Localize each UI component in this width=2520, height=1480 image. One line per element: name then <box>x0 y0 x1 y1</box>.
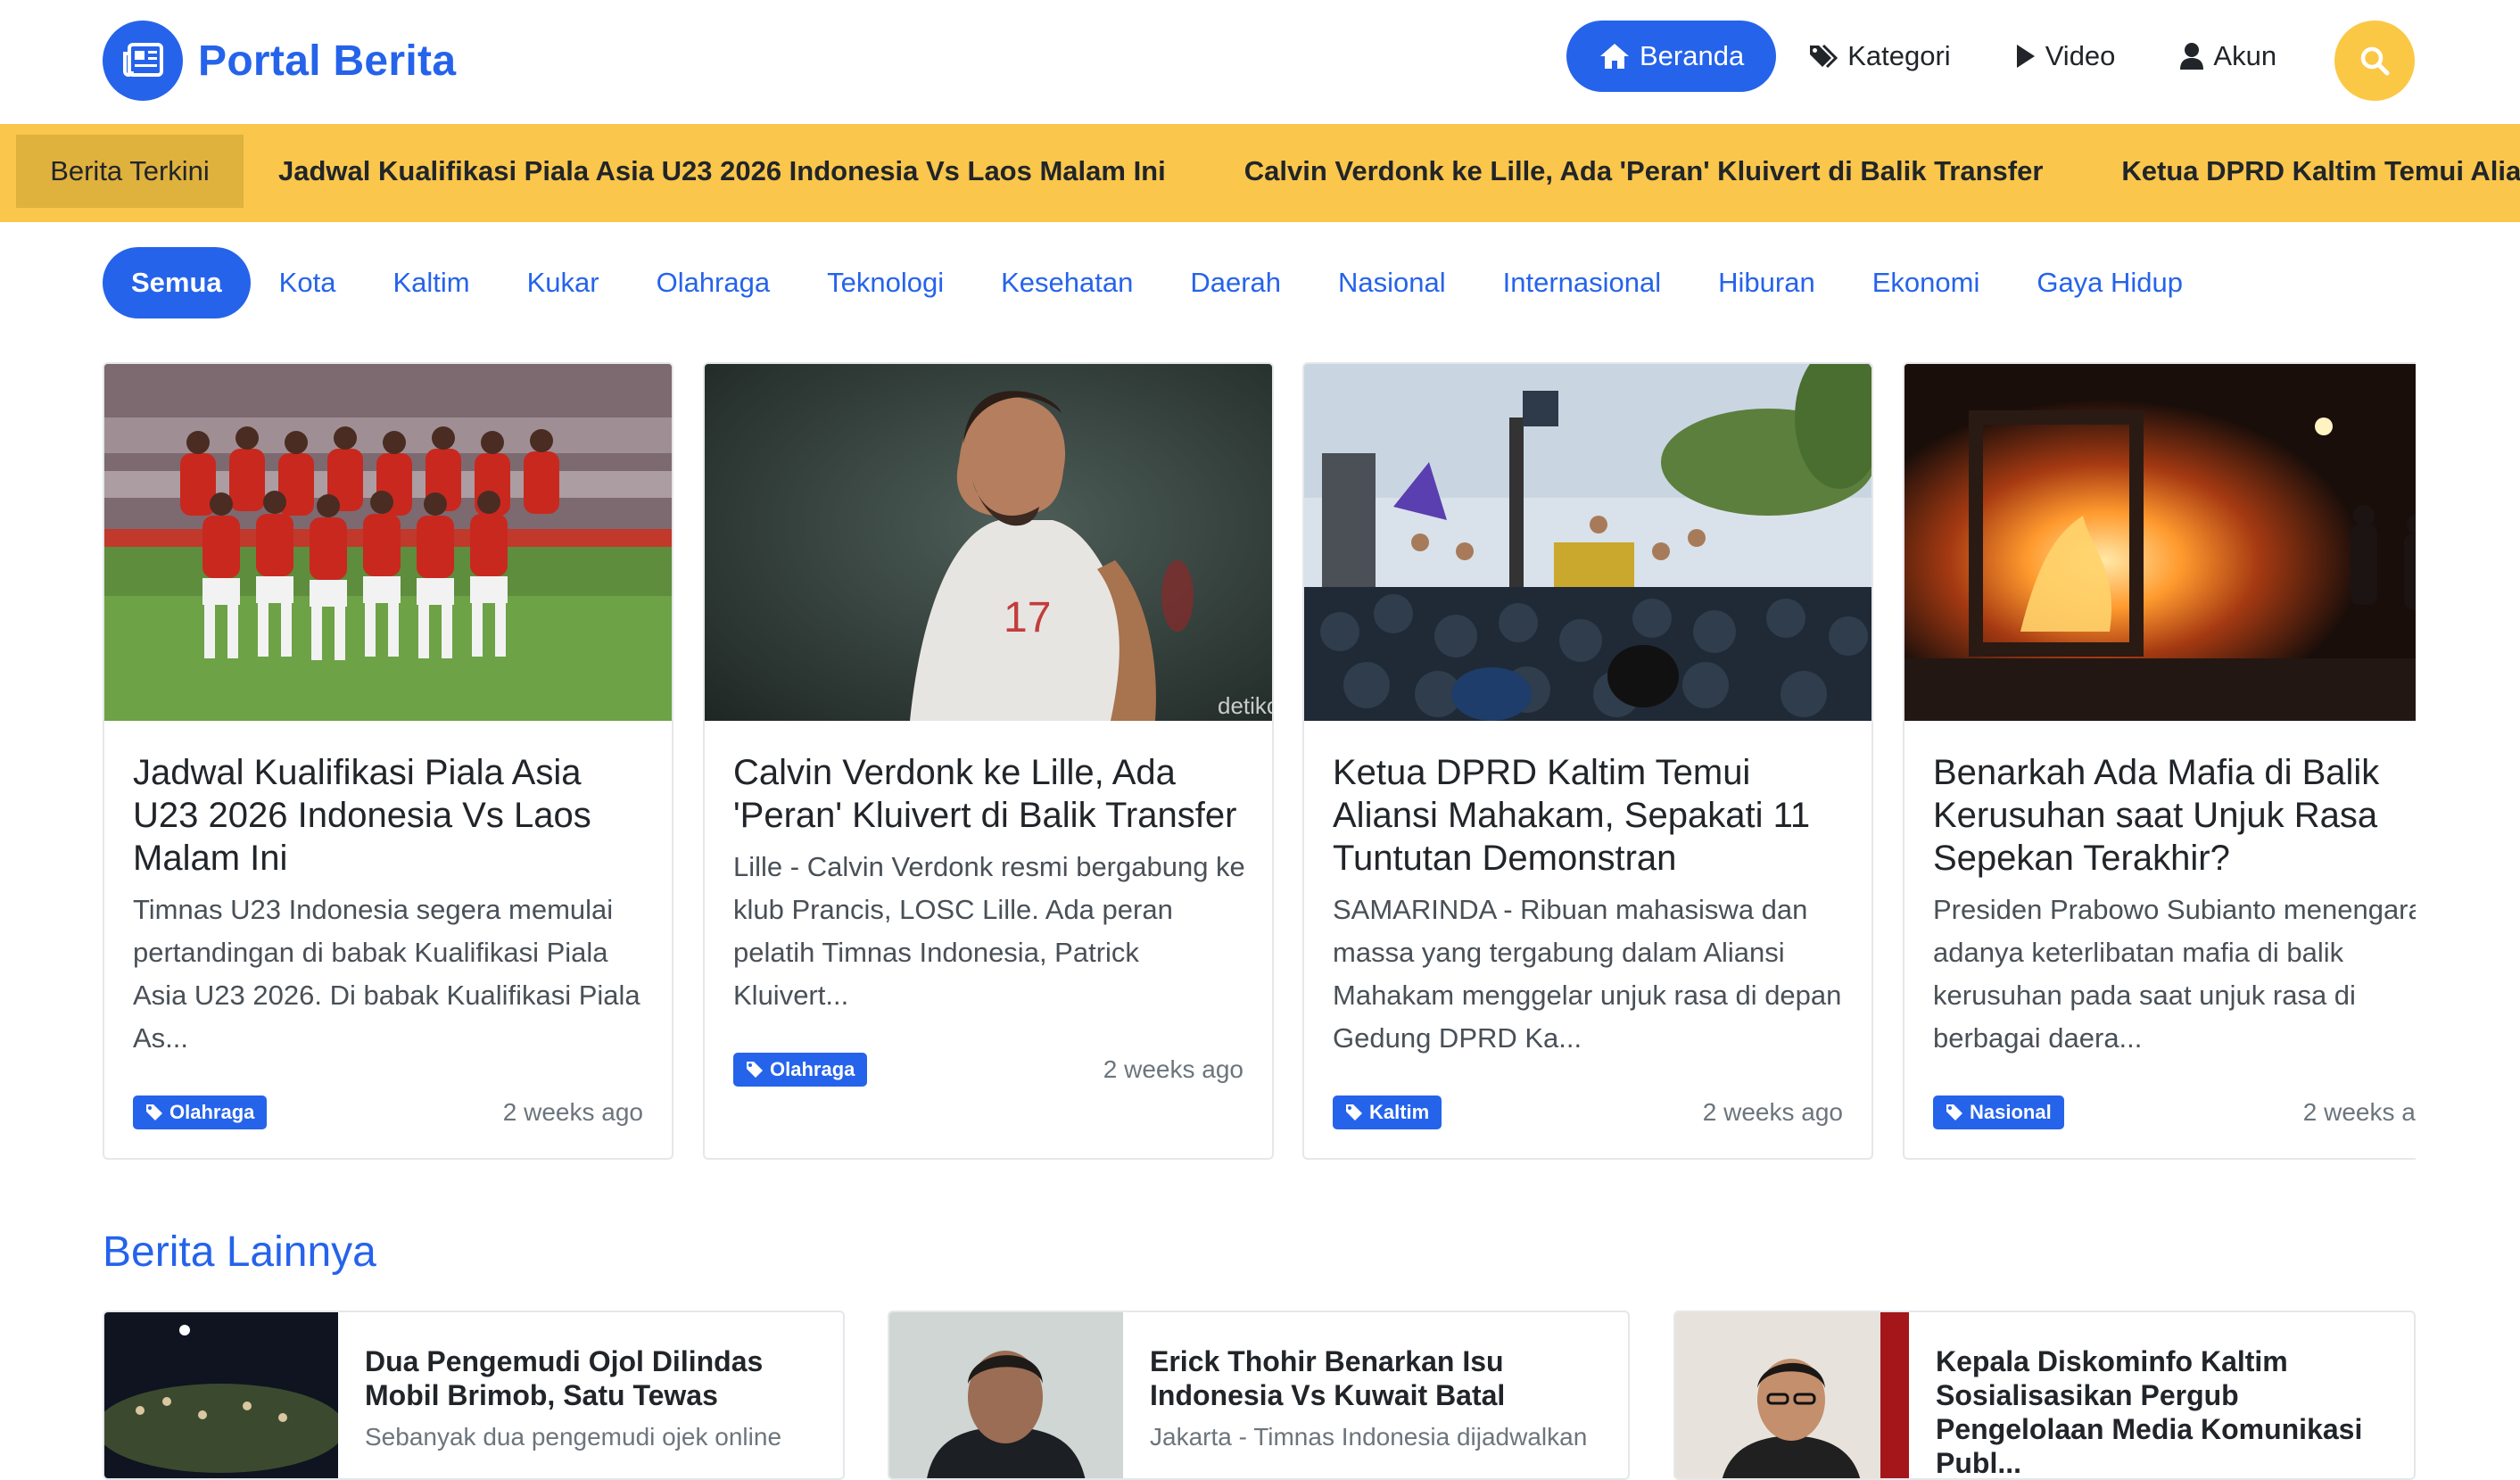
category-pill-kesehatan[interactable]: Kesehatan <box>972 247 1161 318</box>
news-card[interactable]: 17 detikc Calvin Verdonk ke Lille, Ada '… <box>703 362 1274 1160</box>
play-icon <box>2016 45 2035 68</box>
news-card-body: Benarkah Ada Mafia di Balik Kerusuhan sa… <box>1933 751 2416 1060</box>
news-card-time: 2 weeks ago <box>1103 1055 1243 1083</box>
search-button[interactable] <box>2334 21 2415 101</box>
ticker-label: Berita Terkini <box>16 135 244 208</box>
ticker-item[interactable]: Jadwal Kualifikasi Piala Asia U23 2026 I… <box>278 155 1166 187</box>
more-news-excerpt: Sebanyak dua pengemudi ojek online <box>365 1423 782 1451</box>
news-card-title[interactable]: Benarkah Ada Mafia di Balik Kerusuhan sa… <box>1933 751 2416 880</box>
news-card-excerpt: SAMARINDA - Ribuan mahasiswa dan massa y… <box>1333 894 1842 1054</box>
news-card[interactable]: Jadwal Kualifikasi Piala Asia U23 2026 I… <box>103 362 673 1160</box>
breaking-news-ticker: Berita Terkini Jadwal Kualifikasi Piala … <box>0 124 2520 222</box>
news-card-image[interactable] <box>104 364 672 721</box>
search-icon <box>2360 46 2390 76</box>
user-icon <box>2180 43 2204 70</box>
news-card-image[interactable]: 17 detikc <box>705 364 1272 721</box>
tags-icon <box>1810 44 1838 69</box>
more-news-title[interactable]: Erick Thohir Benarkan Isu Indonesia Vs K… <box>1150 1344 1596 1412</box>
category-filter: Semua Kota Kaltim Kukar Olahraga Teknolo… <box>103 247 2211 318</box>
news-card-body: Ketua DPRD Kaltim Temui Aliansi Mahakam,… <box>1333 751 1850 1060</box>
news-card-footer: Olahraga 2 weeks ago <box>133 1094 643 1131</box>
more-news-image[interactable] <box>1675 1312 1909 1478</box>
news-card-footer: Olahraga 2 weeks ago <box>733 1051 1243 1088</box>
nav-video-label: Video <box>2045 40 2116 71</box>
category-pill-semua[interactable]: Semua <box>103 247 251 318</box>
news-card-title[interactable]: Jadwal Kualifikasi Piala Asia U23 2026 I… <box>133 751 650 880</box>
category-pill-kota[interactable]: Kota <box>251 247 365 318</box>
category-pill-teknologi[interactable]: Teknologi <box>798 247 972 318</box>
nav-kategori-label: Kategori <box>1847 40 1951 71</box>
nav-kategori[interactable]: Kategori <box>1776 21 1982 92</box>
category-badge-label: Olahraga <box>770 1058 855 1080</box>
category-pill-hiburan[interactable]: Hiburan <box>1690 247 1844 318</box>
news-card-footer: Kaltim 2 weeks ago <box>1333 1094 1843 1131</box>
category-pill-kukar[interactable]: Kukar <box>499 247 628 318</box>
site-header: Portal Berita Beranda Kategori Video Aku… <box>0 0 2520 124</box>
category-pill-internasional[interactable]: Internasional <box>1475 247 1690 318</box>
more-news-image[interactable] <box>104 1312 338 1478</box>
nav-beranda[interactable]: Beranda <box>1566 21 1777 92</box>
news-card-image[interactable] <box>1304 364 1871 721</box>
news-card-body: Calvin Verdonk ke Lille, Ada 'Peran' Klu… <box>733 751 1251 1017</box>
tag-icon <box>1346 1104 1362 1120</box>
news-card-excerpt: Lille - Calvin Verdonk resmi bergabung k… <box>733 851 1245 1011</box>
category-badge-label: Kaltim <box>1369 1101 1430 1123</box>
category-badge[interactable]: Olahraga <box>733 1053 868 1087</box>
svg-text:17: 17 <box>1004 594 1051 641</box>
brand[interactable]: Portal Berita <box>103 21 456 101</box>
more-news-title[interactable]: Kepala Diskominfo Kaltim Sosialisasikan … <box>1936 1344 2382 1478</box>
more-news-item[interactable]: Kepala Diskominfo Kaltim Sosialisasikan … <box>1673 1311 2416 1480</box>
more-news-body: Dua Pengemudi Ojol Dilindas Mobil Brimob… <box>365 1344 811 1453</box>
featured-news-grid: Jadwal Kualifikasi Piala Asia U23 2026 I… <box>103 362 2416 1160</box>
news-card-time: 2 weeks ago <box>1702 1098 1843 1126</box>
more-news-body: Erick Thohir Benarkan Isu Indonesia Vs K… <box>1150 1344 1596 1453</box>
ticker-item[interactable]: Ketua DPRD Kaltim Temui Aliansi Mahakam,… <box>2121 155 2520 187</box>
section-title-more-news: Berita Lainnya <box>103 1228 376 1276</box>
category-pill-olahraga[interactable]: Olahraga <box>628 247 799 318</box>
category-badge-label: Nasional <box>1970 1101 2052 1123</box>
news-card-footer: Nasional 2 weeks ago <box>1933 1094 2416 1131</box>
news-card-image[interactable] <box>1904 364 2416 721</box>
news-card-body: Jadwal Kualifikasi Piala Asia U23 2026 I… <box>133 751 650 1060</box>
category-badge-label: Olahraga <box>169 1101 255 1123</box>
news-card-time: 2 weeks ago <box>2302 1098 2416 1126</box>
news-card-time: 2 weeks ago <box>502 1098 643 1126</box>
news-card[interactable]: Benarkah Ada Mafia di Balik Kerusuhan sa… <box>1903 362 2416 1160</box>
news-card-title[interactable]: Ketua DPRD Kaltim Temui Aliansi Mahakam,… <box>1333 751 1850 880</box>
photo-watermark: detikc <box>1218 692 1272 719</box>
category-badge[interactable]: Olahraga <box>133 1096 268 1129</box>
nav-beranda-label: Beranda <box>1640 40 1745 71</box>
nav-video[interactable]: Video <box>1983 21 2148 92</box>
nav-akun[interactable]: Akun <box>2147 21 2309 92</box>
category-pill-daerah[interactable]: Daerah <box>1161 247 1310 318</box>
home-icon <box>1600 44 1629 69</box>
news-card-excerpt: Presiden Prabowo Subianto menengarai ada… <box>1933 894 2416 1054</box>
category-pill-nasional[interactable]: Nasional <box>1310 247 1475 318</box>
brand-name: Portal Berita <box>198 37 457 85</box>
ticker-item[interactable]: Calvin Verdonk ke Lille, Ada 'Peran' Klu… <box>1244 155 2044 187</box>
more-news-body: Kepala Diskominfo Kaltim Sosialisasikan … <box>1936 1344 2382 1478</box>
nav-akun-label: Akun <box>2213 40 2277 71</box>
ticker-track: Jadwal Kualifikasi Piala Asia U23 2026 I… <box>278 135 2520 208</box>
category-badge[interactable]: Nasional <box>1933 1096 2064 1129</box>
category-pill-gaya-hidup[interactable]: Gaya Hidup <box>2008 247 2211 318</box>
category-badge[interactable]: Kaltim <box>1333 1096 1442 1129</box>
tag-icon <box>747 1062 763 1078</box>
tag-icon <box>146 1104 162 1120</box>
more-news-item[interactable]: Erick Thohir Benarkan Isu Indonesia Vs K… <box>888 1311 1630 1480</box>
more-news-excerpt: Jakarta - Timnas Indonesia dijadwalkan <box>1150 1423 1588 1451</box>
news-card[interactable]: Ketua DPRD Kaltim Temui Aliansi Mahakam,… <box>1302 362 1873 1160</box>
category-pill-kaltim[interactable]: Kaltim <box>364 247 498 318</box>
newspaper-icon <box>103 21 183 101</box>
more-news-image[interactable] <box>889 1312 1123 1478</box>
more-news-title[interactable]: Dua Pengemudi Ojol Dilindas Mobil Brimob… <box>365 1344 811 1412</box>
news-card-title[interactable]: Calvin Verdonk ke Lille, Ada 'Peran' Klu… <box>733 751 1251 837</box>
more-news-item[interactable]: Dua Pengemudi Ojol Dilindas Mobil Brimob… <box>103 1311 845 1480</box>
news-card-excerpt: Timnas U23 Indonesia segera memulai pert… <box>133 894 640 1054</box>
tag-icon <box>1946 1104 1962 1120</box>
category-pill-ekonomi[interactable]: Ekonomi <box>1844 247 2009 318</box>
main-nav: Beranda Kategori Video Akun <box>1566 21 2309 92</box>
